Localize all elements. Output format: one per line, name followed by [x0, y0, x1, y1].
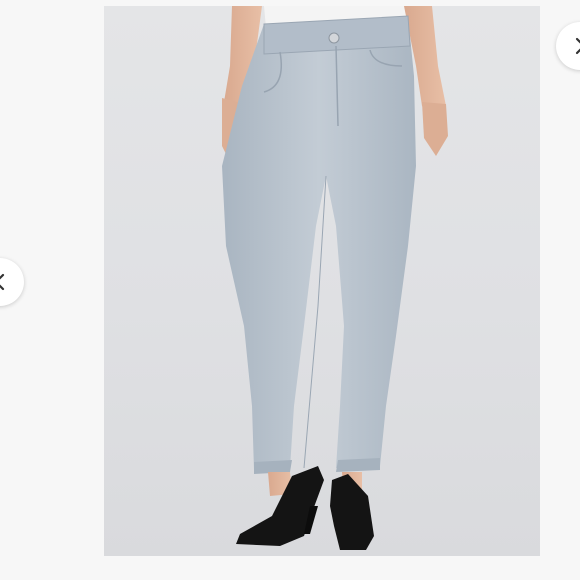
right-hand	[422, 102, 448, 156]
right-hem	[336, 458, 380, 472]
chevron-left-icon	[0, 273, 5, 291]
chevron-right-icon	[575, 37, 580, 55]
button-rivet	[328, 32, 340, 44]
product-image[interactable]	[104, 6, 540, 556]
bottom-strip	[0, 556, 580, 580]
right-shoe	[330, 474, 374, 550]
jeans-illustration	[222, 6, 448, 550]
jeans	[222, 16, 416, 470]
gallery-right-panel	[540, 0, 580, 556]
left-hem	[254, 460, 292, 474]
